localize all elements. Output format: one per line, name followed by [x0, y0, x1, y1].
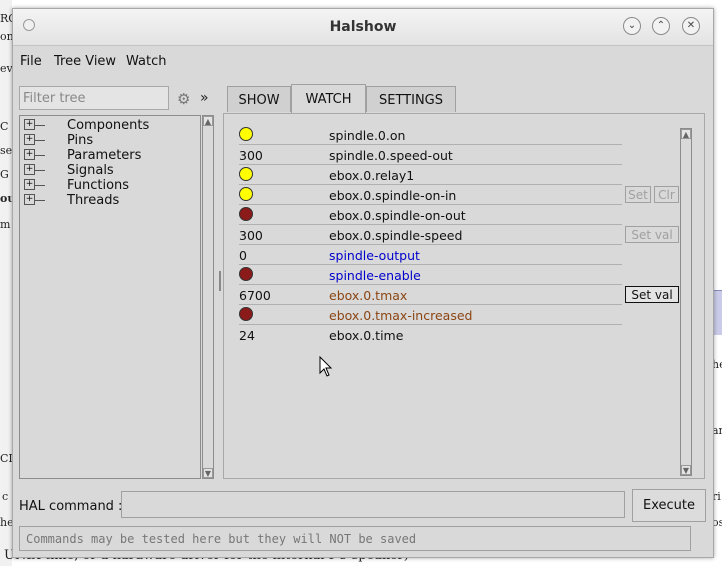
watch-row: 24 ebox.0.time [239, 325, 622, 345]
expand-icon[interactable]: » [200, 90, 209, 106]
scroll-up-icon[interactable]: ▲ [203, 116, 213, 126]
expand-icon[interactable]: + [24, 194, 35, 205]
tree-item-components[interactable]: + Components [24, 118, 149, 133]
watch-item-name: spindle.0.on [329, 128, 406, 143]
filter-tree-input[interactable]: Filter tree [19, 86, 169, 110]
expand-icon[interactable]: + [24, 149, 35, 160]
watch-row: 300 spindle.0.speed-out [239, 145, 622, 165]
watch-item-name: ebox.0.spindle-on-in [329, 188, 457, 203]
led-indicator [239, 127, 253, 141]
menu-watch[interactable]: Watch [126, 54, 166, 69]
tree-item-threads[interactable]: + Threads [24, 193, 119, 208]
clear-button[interactable]: Clr [654, 186, 679, 203]
led-indicator [239, 267, 253, 281]
menu-bar: File Tree View Watch [13, 46, 713, 78]
chevron-down-icon[interactable]: ⌄ [623, 17, 641, 35]
menu-file[interactable]: File [20, 54, 42, 69]
set-value-button[interactable]: Set val [625, 226, 679, 243]
watch-scrollbar[interactable]: ▲ ▼ [680, 128, 692, 476]
watch-item-value: 300 [239, 148, 263, 163]
expand-icon[interactable]: + [24, 119, 35, 130]
watch-item-value: 300 [239, 228, 263, 243]
expand-icon[interactable]: + [24, 134, 35, 145]
tab-show[interactable]: SHOW [227, 86, 291, 112]
watch-item-name: spindle-output [329, 248, 420, 263]
watch-item-name: ebox.0.time [329, 328, 404, 343]
close-icon[interactable]: ✕ [682, 17, 700, 35]
tree-scrollbar[interactable]: ▲ ▼ [202, 115, 214, 479]
background-text: m [0, 218, 11, 231]
scroll-down-icon[interactable]: ▼ [681, 465, 691, 475]
tree-item-parameters[interactable]: + Parameters [24, 148, 141, 163]
watch-item-name: spindle-enable [329, 268, 421, 283]
watch-item-value: 24 [239, 328, 255, 343]
expand-icon[interactable]: + [24, 164, 35, 175]
led-indicator [239, 307, 253, 321]
set-value-button[interactable]: Set val [625, 286, 679, 303]
watch-row: 300 ebox.0.spindle-speed [239, 225, 622, 245]
watch-item-name: ebox.0.tmax [329, 288, 408, 303]
watch-item-name: ebox.0.spindle-on-out [329, 208, 466, 223]
execute-button[interactable]: Execute [632, 489, 706, 522]
watch-row: spindle-enable [239, 265, 622, 285]
hal-command-label: HAL command : [19, 499, 123, 514]
tree-item-functions[interactable]: + Functions [24, 178, 129, 193]
hal-command-input[interactable] [121, 491, 625, 518]
background-text: ev [0, 62, 13, 75]
background-text: c [2, 490, 9, 503]
background-text: se [0, 144, 13, 157]
gear-icon[interactable]: ⚙ [177, 90, 190, 108]
watch-row: ebox.0.spindle-on-in [239, 185, 622, 205]
led-indicator [239, 187, 253, 201]
tab-watch[interactable]: WATCH [291, 84, 366, 114]
watch-item-value: 0 [239, 248, 247, 263]
background-text: C [0, 120, 9, 133]
scroll-up-icon[interactable]: ▲ [681, 129, 691, 139]
tab-settings[interactable]: SETTINGS [366, 86, 456, 112]
watch-row: ebox.0.spindle-on-out [239, 205, 622, 225]
tree-item-pins[interactable]: + Pins [24, 133, 93, 148]
watch-row: 6700 ebox.0.tmax [239, 285, 622, 305]
watch-item-name: spindle.0.speed-out [329, 148, 453, 163]
watch-row: ebox.0.tmax-increased [239, 305, 622, 325]
led-indicator [239, 207, 253, 221]
scroll-down-icon[interactable]: ▼ [203, 468, 213, 478]
watch-item-value: 6700 [239, 288, 271, 303]
watch-row: 0 spindle-output [239, 245, 622, 265]
mouse-cursor-icon [319, 356, 333, 377]
background-text: G [0, 168, 9, 181]
background-window [0, 0, 12, 566]
status-message: Commands may be tested here but they wil… [19, 526, 691, 551]
tree-item-signals[interactable]: + Signals [24, 163, 114, 178]
watch-item-name: ebox.0.relay1 [329, 168, 415, 183]
title-bar[interactable]: Halshow ⌄ ⌃ ✕ [13, 9, 713, 46]
halshow-window: Halshow ⌄ ⌃ ✕ File Tree View Watch Filte… [12, 8, 714, 558]
watch-item-name: ebox.0.spindle-speed [329, 228, 463, 243]
menu-tree-view[interactable]: Tree View [54, 54, 116, 69]
expand-icon[interactable]: + [24, 179, 35, 190]
hal-tree: + Components + Pins + Parameters + Signals +… [19, 115, 201, 479]
window-title: Halshow [329, 19, 397, 35]
set-button[interactable]: Set [625, 186, 651, 203]
pane-divider-handle[interactable] [219, 271, 221, 291]
watch-item-name: ebox.0.tmax-increased [329, 308, 473, 323]
watch-row: spindle.0.on [239, 125, 622, 145]
led-indicator [239, 167, 253, 181]
chevron-up-icon[interactable]: ⌃ [652, 17, 670, 35]
watch-row: ebox.0.relay1 [239, 165, 622, 185]
